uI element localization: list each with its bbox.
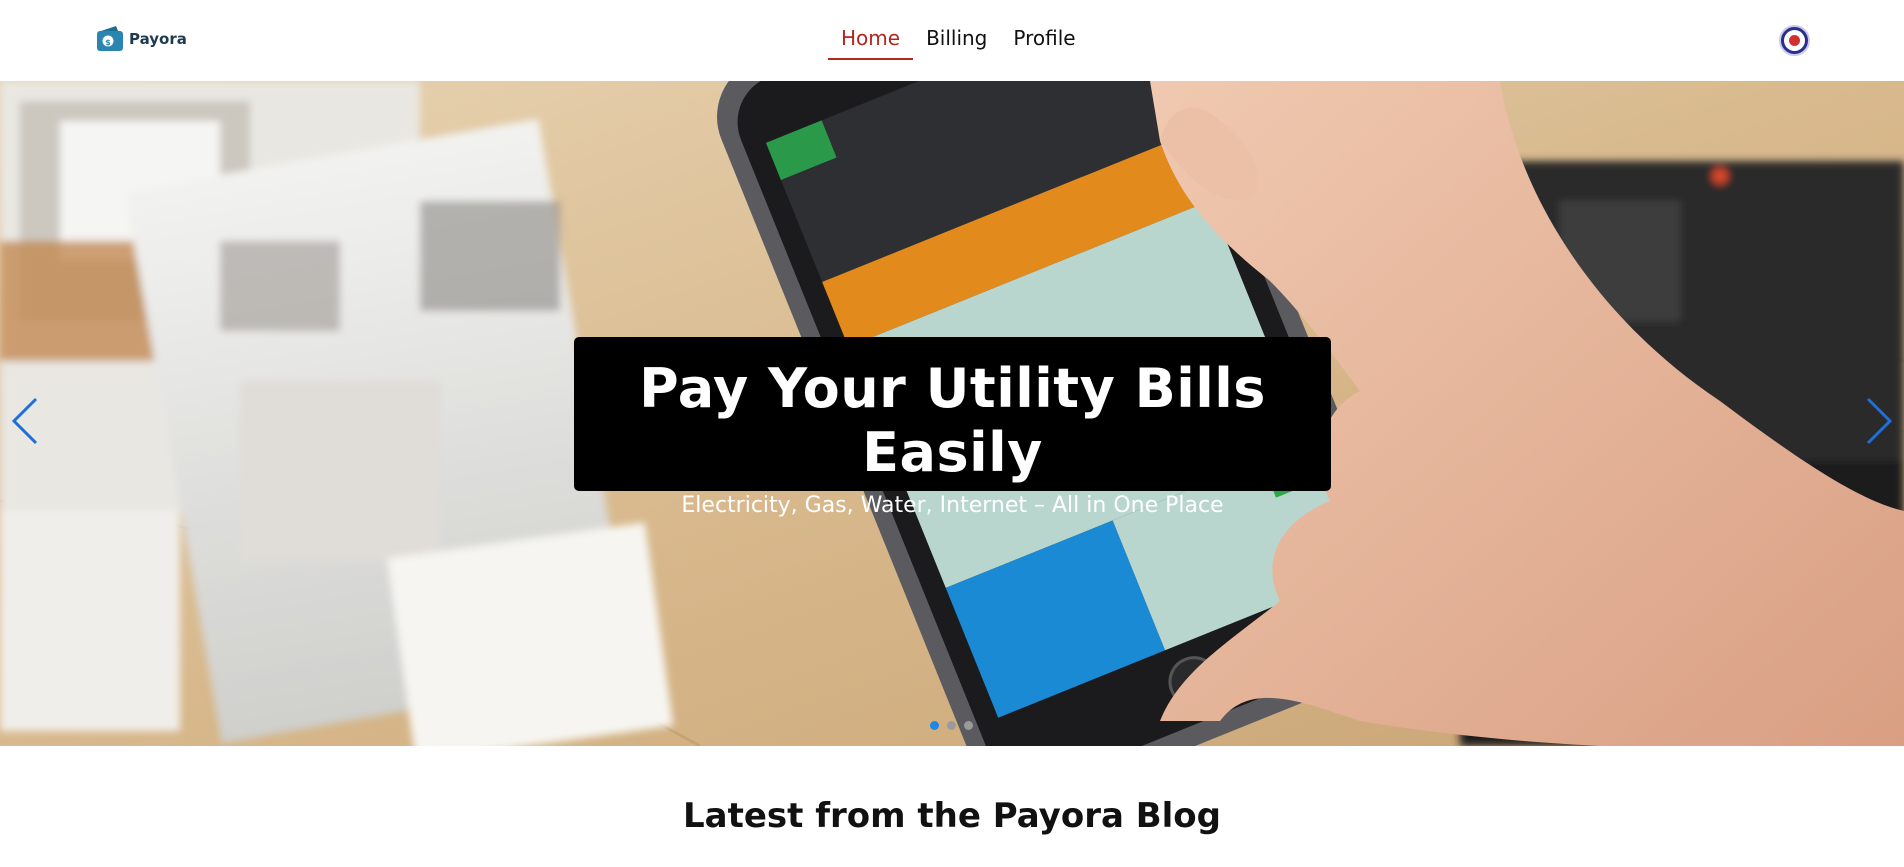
- nav-billing[interactable]: Billing: [913, 22, 1000, 60]
- carousel-indicator-3[interactable]: [964, 721, 973, 730]
- hero-carousel: Pay Your Utility Bills Easily Electricit…: [0, 81, 1904, 746]
- carousel-indicator-1[interactable]: [930, 721, 939, 730]
- carousel-indicators: [930, 721, 973, 730]
- brand-name: Payora: [129, 30, 187, 48]
- blog-section-heading: Latest from the Payora Blog: [682, 796, 1222, 836]
- hero-subtitle: Electricity, Gas, Water, Internet – All …: [681, 493, 1224, 518]
- svg-text:$: $: [105, 38, 111, 47]
- top-navbar: $ Payora Home Billing Profile: [0, 0, 1904, 81]
- user-avatar-icon[interactable]: [1779, 25, 1810, 56]
- brand-link[interactable]: $ Payora: [95, 24, 187, 54]
- hero-caption: Pay Your Utility Bills Easily Electricit…: [574, 337, 1331, 518]
- wallet-dollar-icon: $: [97, 26, 123, 51]
- carousel-next-button[interactable]: [1858, 391, 1898, 451]
- carousel-prev-button[interactable]: [6, 391, 46, 451]
- nav-home[interactable]: Home: [828, 22, 914, 60]
- carousel-indicator-2[interactable]: [947, 721, 956, 730]
- hero-title: Pay Your Utility Bills Easily: [639, 357, 1266, 484]
- nav-profile[interactable]: Profile: [1000, 22, 1088, 60]
- main-nav: Home Billing Profile: [828, 22, 1089, 60]
